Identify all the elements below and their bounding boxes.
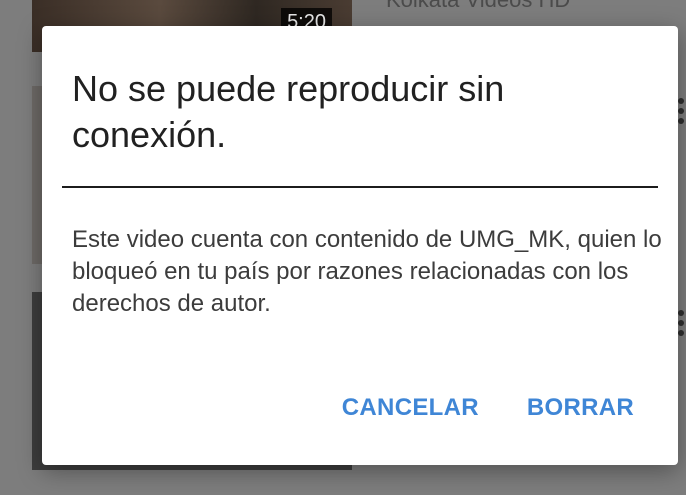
dialog-message: Este video cuenta con contenido de UMG_M… [72, 226, 662, 317]
cancel-button[interactable]: CANCELAR [342, 394, 479, 422]
video-title: Kolkata Videos HD [386, 0, 570, 12]
dialog-title: No se puede reproducir sin conexión. [72, 68, 505, 155]
more-options-icon [678, 310, 686, 336]
more-options-icon [678, 98, 686, 124]
dialog-divider [62, 186, 658, 188]
offline-error-dialog: No se puede reproducir sin conexión. Est… [42, 26, 678, 465]
delete-button[interactable]: BORRAR [527, 394, 634, 422]
dialog-actions: CANCELAR BORRAR [342, 394, 634, 422]
